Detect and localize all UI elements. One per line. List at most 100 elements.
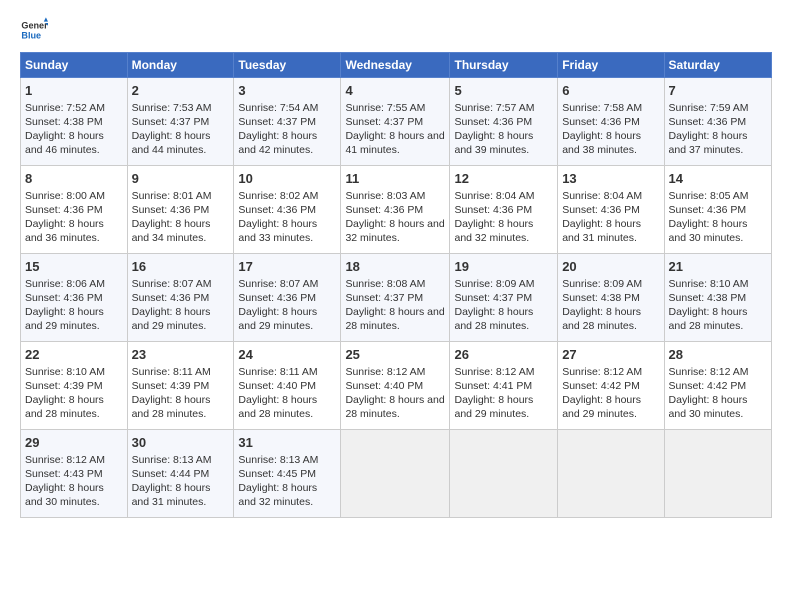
daylight-label: Daylight: 8 hours and 30 minutes. [669, 394, 748, 420]
sunset-label: Sunset: 4:36 PM [238, 204, 316, 216]
calendar-cell: 21 Sunrise: 8:10 AM Sunset: 4:38 PM Dayl… [664, 254, 771, 342]
daylight-label: Daylight: 8 hours and 30 minutes. [669, 218, 748, 244]
day-number: 17 [238, 258, 336, 276]
page: General Blue SundayMondayTuesdayWednesda… [0, 0, 792, 612]
daylight-label: Daylight: 8 hours and 44 minutes. [132, 130, 211, 156]
calendar-cell: 29 Sunrise: 8:12 AM Sunset: 4:43 PM Dayl… [21, 430, 128, 518]
calendar-cell: 5 Sunrise: 7:57 AM Sunset: 4:36 PM Dayli… [450, 78, 558, 166]
day-number: 14 [669, 170, 767, 188]
daylight-label: Daylight: 8 hours and 32 minutes. [454, 218, 533, 244]
day-number: 15 [25, 258, 123, 276]
calendar-cell: 13 Sunrise: 8:04 AM Sunset: 4:36 PM Dayl… [558, 166, 664, 254]
day-number: 26 [454, 346, 553, 364]
sunset-label: Sunset: 4:37 PM [454, 292, 532, 304]
daylight-label: Daylight: 8 hours and 28 minutes. [562, 306, 641, 332]
daylight-label: Daylight: 8 hours and 36 minutes. [25, 218, 104, 244]
day-number: 7 [669, 82, 767, 100]
sunrise-label: Sunrise: 8:10 AM [25, 366, 105, 378]
week-row-3: 15 Sunrise: 8:06 AM Sunset: 4:36 PM Dayl… [21, 254, 772, 342]
sunset-label: Sunset: 4:36 PM [345, 204, 423, 216]
week-row-1: 1 Sunrise: 7:52 AM Sunset: 4:38 PM Dayli… [21, 78, 772, 166]
svg-text:Blue: Blue [21, 30, 41, 40]
day-number: 10 [238, 170, 336, 188]
calendar-cell: 17 Sunrise: 8:07 AM Sunset: 4:36 PM Dayl… [234, 254, 341, 342]
calendar-cell: 4 Sunrise: 7:55 AM Sunset: 4:37 PM Dayli… [341, 78, 450, 166]
sunset-label: Sunset: 4:43 PM [25, 468, 103, 480]
daylight-label: Daylight: 8 hours and 46 minutes. [25, 130, 104, 156]
svg-text:General: General [21, 21, 48, 31]
calendar-cell: 30 Sunrise: 8:13 AM Sunset: 4:44 PM Dayl… [127, 430, 234, 518]
daylight-label: Daylight: 8 hours and 41 minutes. [345, 130, 444, 156]
sunset-label: Sunset: 4:45 PM [238, 468, 316, 480]
sunrise-label: Sunrise: 7:57 AM [454, 102, 534, 114]
calendar-cell: 1 Sunrise: 7:52 AM Sunset: 4:38 PM Dayli… [21, 78, 128, 166]
header: General Blue [20, 16, 772, 44]
daylight-label: Daylight: 8 hours and 28 minutes. [25, 394, 104, 420]
logo: General Blue [20, 16, 52, 44]
daylight-label: Daylight: 8 hours and 42 minutes. [238, 130, 317, 156]
calendar-cell: 15 Sunrise: 8:06 AM Sunset: 4:36 PM Dayl… [21, 254, 128, 342]
sunset-label: Sunset: 4:36 PM [238, 292, 316, 304]
sunrise-label: Sunrise: 8:04 AM [454, 190, 534, 202]
sunset-label: Sunset: 4:36 PM [454, 116, 532, 128]
column-header-wednesday: Wednesday [341, 53, 450, 78]
sunset-label: Sunset: 4:37 PM [345, 116, 423, 128]
sunset-label: Sunset: 4:36 PM [669, 116, 747, 128]
sunrise-label: Sunrise: 8:09 AM [454, 278, 534, 290]
day-number: 29 [25, 434, 123, 452]
daylight-label: Daylight: 8 hours and 31 minutes. [562, 218, 641, 244]
sunset-label: Sunset: 4:39 PM [25, 380, 103, 392]
day-number: 28 [669, 346, 767, 364]
calendar: SundayMondayTuesdayWednesdayThursdayFrid… [20, 52, 772, 518]
calendar-cell: 24 Sunrise: 8:11 AM Sunset: 4:40 PM Dayl… [234, 342, 341, 430]
sunset-label: Sunset: 4:38 PM [562, 292, 640, 304]
column-header-tuesday: Tuesday [234, 53, 341, 78]
calendar-cell [341, 430, 450, 518]
day-number: 31 [238, 434, 336, 452]
calendar-cell: 6 Sunrise: 7:58 AM Sunset: 4:36 PM Dayli… [558, 78, 664, 166]
sunset-label: Sunset: 4:42 PM [669, 380, 747, 392]
sunset-label: Sunset: 4:37 PM [132, 116, 210, 128]
day-number: 2 [132, 82, 230, 100]
daylight-label: Daylight: 8 hours and 28 minutes. [345, 394, 444, 420]
calendar-header-row: SundayMondayTuesdayWednesdayThursdayFrid… [21, 53, 772, 78]
daylight-label: Daylight: 8 hours and 28 minutes. [345, 306, 444, 332]
day-number: 16 [132, 258, 230, 276]
calendar-cell: 11 Sunrise: 8:03 AM Sunset: 4:36 PM Dayl… [341, 166, 450, 254]
daylight-label: Daylight: 8 hours and 34 minutes. [132, 218, 211, 244]
sunset-label: Sunset: 4:36 PM [454, 204, 532, 216]
daylight-label: Daylight: 8 hours and 38 minutes. [562, 130, 641, 156]
calendar-cell: 9 Sunrise: 8:01 AM Sunset: 4:36 PM Dayli… [127, 166, 234, 254]
daylight-label: Daylight: 8 hours and 29 minutes. [562, 394, 641, 420]
sunrise-label: Sunrise: 8:10 AM [669, 278, 749, 290]
week-row-4: 22 Sunrise: 8:10 AM Sunset: 4:39 PM Dayl… [21, 342, 772, 430]
calendar-cell: 23 Sunrise: 8:11 AM Sunset: 4:39 PM Dayl… [127, 342, 234, 430]
sunset-label: Sunset: 4:36 PM [562, 204, 640, 216]
day-number: 30 [132, 434, 230, 452]
calendar-cell: 16 Sunrise: 8:07 AM Sunset: 4:36 PM Dayl… [127, 254, 234, 342]
sunset-label: Sunset: 4:36 PM [132, 292, 210, 304]
sunrise-label: Sunrise: 8:02 AM [238, 190, 318, 202]
day-number: 20 [562, 258, 659, 276]
daylight-label: Daylight: 8 hours and 28 minutes. [669, 306, 748, 332]
calendar-cell: 7 Sunrise: 7:59 AM Sunset: 4:36 PM Dayli… [664, 78, 771, 166]
sunset-label: Sunset: 4:44 PM [132, 468, 210, 480]
column-header-sunday: Sunday [21, 53, 128, 78]
daylight-label: Daylight: 8 hours and 39 minutes. [454, 130, 533, 156]
day-number: 6 [562, 82, 659, 100]
calendar-cell [664, 430, 771, 518]
day-number: 24 [238, 346, 336, 364]
column-header-saturday: Saturday [664, 53, 771, 78]
day-number: 9 [132, 170, 230, 188]
sunrise-label: Sunrise: 8:12 AM [669, 366, 749, 378]
sunrise-label: Sunrise: 8:03 AM [345, 190, 425, 202]
sunset-label: Sunset: 4:37 PM [345, 292, 423, 304]
day-number: 4 [345, 82, 445, 100]
sunrise-label: Sunrise: 8:11 AM [238, 366, 317, 378]
calendar-cell: 12 Sunrise: 8:04 AM Sunset: 4:36 PM Dayl… [450, 166, 558, 254]
daylight-label: Daylight: 8 hours and 30 minutes. [25, 482, 104, 508]
column-header-friday: Friday [558, 53, 664, 78]
daylight-label: Daylight: 8 hours and 29 minutes. [132, 306, 211, 332]
daylight-label: Daylight: 8 hours and 32 minutes. [345, 218, 444, 244]
calendar-cell: 26 Sunrise: 8:12 AM Sunset: 4:41 PM Dayl… [450, 342, 558, 430]
